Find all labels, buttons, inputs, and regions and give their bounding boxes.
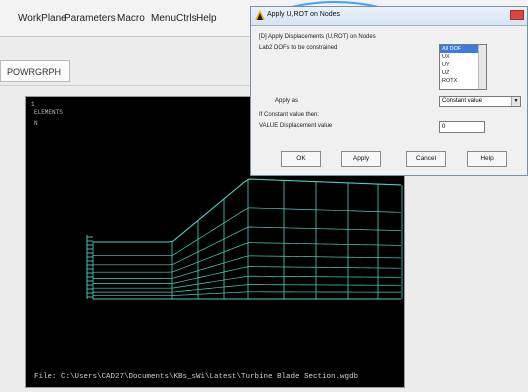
chevron-down-icon[interactable]: ▼ bbox=[511, 97, 520, 106]
ok-button[interactable]: OK bbox=[281, 151, 321, 167]
ansys-logo-icon bbox=[255, 10, 265, 20]
menu-item-menuctrls[interactable]: MenuCtrls bbox=[151, 13, 197, 24]
apply-button[interactable]: Apply bbox=[341, 151, 381, 167]
mesh-line bbox=[93, 275, 402, 289]
apply-as-label: Apply as bbox=[275, 98, 299, 104]
dof-listbox[interactable]: All DOF UX UY UZ ROTX bbox=[439, 44, 487, 90]
menu-item-macro[interactable]: Macro bbox=[117, 13, 145, 24]
mesh-line bbox=[93, 226, 402, 266]
dialog-header: [D] Apply Displacements (U,ROT) on Nodes bbox=[259, 34, 376, 40]
cancel-button[interactable]: Cancel bbox=[406, 151, 446, 167]
menu-item-workplane[interactable]: WorkPlane bbox=[18, 13, 67, 24]
displacement-value-input[interactable]: 0 bbox=[439, 121, 485, 133]
close-icon[interactable] bbox=[510, 10, 524, 20]
file-path-label: File: C:\Users\CAD27\Documents\KBs_sWi\L… bbox=[34, 373, 359, 381]
menu-item-parameters[interactable]: Parameters bbox=[64, 13, 116, 24]
menu-item-help[interactable]: Help bbox=[196, 13, 217, 24]
value-label: VALUE Displacement value bbox=[259, 123, 333, 129]
mesh-line bbox=[93, 207, 402, 257]
listbox-scrollbar[interactable] bbox=[478, 45, 486, 89]
mesh-line bbox=[93, 178, 402, 243]
help-button[interactable]: Help bbox=[467, 151, 507, 167]
powrgrph-button[interactable]: POWRGRPH bbox=[0, 60, 70, 82]
apply-urot-dialog: Apply U,ROT on Nodes [D] Apply Displacem… bbox=[250, 6, 528, 176]
apply-as-value: Constant value bbox=[442, 98, 483, 104]
dialog-titlebar[interactable]: Apply U,ROT on Nodes bbox=[251, 7, 527, 26]
dialog-title: Apply U,ROT on Nodes bbox=[267, 11, 341, 18]
constant-note: If Constant value then: bbox=[259, 112, 320, 118]
mesh-line bbox=[93, 266, 402, 284]
apply-as-select[interactable]: Constant value ▼ bbox=[439, 96, 521, 107]
lab2-label: Lab2 DOFs to be constrained bbox=[259, 45, 338, 51]
